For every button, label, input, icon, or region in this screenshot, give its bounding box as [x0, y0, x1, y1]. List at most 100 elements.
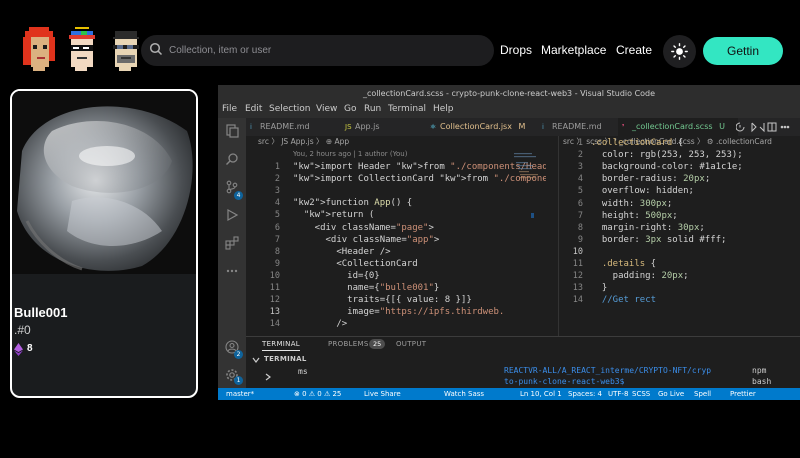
line-number[interactable]: 2 [559, 149, 583, 161]
live-share-button[interactable]: Live Share [364, 388, 401, 400]
code-line[interactable]: <Header /> [293, 246, 390, 258]
code-line[interactable]: <div className="page"> [293, 222, 434, 234]
panel-tab-terminal[interactable]: TERMINAL [262, 340, 300, 351]
editor-app-js[interactable]: src 〉 JS App.js 〉 ⊕ App You, 2 hours ago… [246, 136, 546, 336]
code-line[interactable]: traits={[{ value: 8 }]} [293, 294, 472, 306]
menu-selection[interactable]: Selection [269, 104, 310, 114]
chevron-right-icon[interactable] [264, 373, 272, 381]
line-number[interactable]: 13 [256, 306, 280, 318]
code-line[interactable]: //Get rect [591, 294, 656, 306]
punk-avatar-propeller-cap[interactable] [63, 27, 101, 71]
code-line[interactable]: border-radius: 20px; [591, 173, 710, 185]
code-line[interactable]: .details { [591, 258, 656, 270]
cursor-position[interactable]: Ln 10, Col 1 [520, 388, 562, 400]
nav-drops-link[interactable]: Drops [500, 43, 532, 57]
code-line[interactable]: margin-right: 30px; [591, 222, 705, 234]
spell-check[interactable]: Spell [694, 388, 711, 400]
tab-app-js[interactable]: JS App.js [341, 118, 426, 136]
tab-collection-card-jsx[interactable]: ⚛ CollectionCard.jsx M [426, 118, 538, 136]
code-line[interactable]: "kw">import CollectionCard "kw">from "./… [293, 173, 546, 185]
line-number[interactable]: 10 [559, 246, 583, 258]
code-line[interactable]: <CollectionCard [293, 258, 417, 270]
editor-collection-card-scss[interactable]: src 〉 scss 〉 ❜ _collectionCard.scss 〉 ⚙ … [558, 136, 800, 336]
git-branch[interactable]: master* [226, 388, 254, 400]
search-input[interactable] [169, 41, 479, 60]
collection-card[interactable]: Bulle001 .#0 8 [10, 89, 198, 398]
menu-file[interactable]: File [222, 104, 237, 114]
language-mode[interactable]: SCSS [632, 388, 650, 400]
terminal-instance-npm[interactable]: npm [752, 366, 766, 376]
line-number[interactable]: 14 [256, 318, 280, 330]
code-line[interactable]: border: 3px solid #fff; [591, 234, 727, 246]
menu-edit[interactable]: Edit [245, 104, 262, 114]
line-number[interactable]: 5 [559, 185, 583, 197]
tab-readme-1[interactable]: i README.md [246, 118, 341, 136]
tab-collection-card-scss[interactable]: ❜ _collectionCard.scss U [618, 118, 738, 136]
more-icon[interactable] [225, 264, 239, 278]
line-number[interactable]: 12 [559, 270, 583, 282]
codelens-blame[interactable]: You, 2 hours ago | 1 author (You) [293, 150, 407, 158]
line-number[interactable]: 7 [559, 210, 583, 222]
line-number[interactable]: 6 [559, 198, 583, 210]
menu-go[interactable]: Go [344, 104, 356, 114]
line-number[interactable]: 12 [256, 294, 280, 306]
line-number[interactable]: 8 [256, 246, 280, 258]
encoding[interactable]: UTF-8 [608, 388, 628, 400]
panel-tab-output[interactable]: OUTPUT [396, 340, 426, 348]
theme-toggle-button[interactable] [663, 35, 696, 68]
extensions-icon[interactable] [225, 236, 239, 250]
problems-status[interactable]: ⊗ 0 ⚠ 0 ⚠ 25 [294, 388, 341, 400]
code-line[interactable]: .collectionCard { [591, 137, 683, 149]
line-number[interactable]: 4 [559, 173, 583, 185]
line-number[interactable]: 1 [559, 137, 583, 149]
code-line[interactable]: name={"bulle001"} [293, 282, 439, 294]
breadcrumb[interactable]: src 〉 JS App.js 〉 ⊕ App [258, 136, 349, 148]
code-line[interactable]: } [591, 282, 607, 294]
go-live-button[interactable]: Go Live [658, 388, 684, 400]
explorer-icon[interactable] [225, 124, 239, 138]
line-number[interactable]: 3 [256, 185, 280, 197]
minimap[interactable] [514, 151, 544, 231]
code-line[interactable]: image="https://ipfs.thirdweb. [293, 306, 504, 318]
get-in-button[interactable]: Gettin [703, 37, 783, 65]
code-line[interactable]: id={0} [293, 270, 380, 282]
line-number[interactable]: 7 [256, 234, 280, 246]
code-line[interactable]: /> [293, 318, 347, 330]
line-number[interactable]: 10 [256, 270, 280, 282]
run-debug-icon[interactable] [225, 208, 239, 222]
nav-create-link[interactable]: Create [616, 43, 652, 57]
line-number[interactable]: 1 [256, 161, 280, 173]
line-number[interactable]: 5 [256, 209, 280, 221]
code-line[interactable]: width: 300px; [591, 198, 672, 210]
panel-tab-problems[interactable]: PROBLEMS [328, 340, 369, 348]
code-line[interactable]: "kw2">function App() { [293, 197, 412, 209]
chevron-down-icon[interactable] [252, 356, 260, 364]
code-line[interactable]: color: rgb(253, 253, 253); [591, 149, 743, 161]
menu-view[interactable]: View [316, 104, 337, 114]
line-number[interactable]: 6 [256, 222, 280, 234]
tab-readme-2[interactable]: i README.md [538, 118, 618, 136]
punk-avatar-red-hair[interactable] [21, 27, 59, 71]
indentation[interactable]: Spaces: 4 [568, 388, 602, 400]
code-line[interactable]: padding: 20px; [591, 270, 689, 282]
editor-actions[interactable] [736, 121, 796, 133]
menu-help[interactable]: Help [433, 104, 454, 114]
nav-marketplace-link[interactable]: Marketplace [541, 43, 606, 57]
line-number[interactable]: 8 [559, 222, 583, 234]
line-number[interactable]: 9 [256, 258, 280, 270]
code-line[interactable]: "kw">import Header "kw">from "./componen… [293, 161, 546, 173]
line-number[interactable]: 13 [559, 282, 583, 294]
line-number[interactable]: 11 [256, 282, 280, 294]
menu-terminal[interactable]: Terminal [388, 104, 426, 114]
prettier-status[interactable]: Prettier [730, 388, 756, 400]
line-number[interactable]: 9 [559, 234, 583, 246]
terminal-instance-bash[interactable]: bash [752, 377, 771, 387]
line-number[interactable]: 11 [559, 258, 583, 270]
code-line[interactable]: overflow: hidden; [591, 185, 694, 197]
line-number[interactable]: 14 [559, 294, 583, 306]
code-line[interactable]: background-color: #1a1c1e; [591, 161, 743, 173]
code-line[interactable]: height: 500px; [591, 210, 678, 222]
line-number[interactable]: 2 [256, 173, 280, 185]
punk-avatar-shades[interactable] [107, 27, 145, 71]
menu-run[interactable]: Run [364, 104, 381, 114]
